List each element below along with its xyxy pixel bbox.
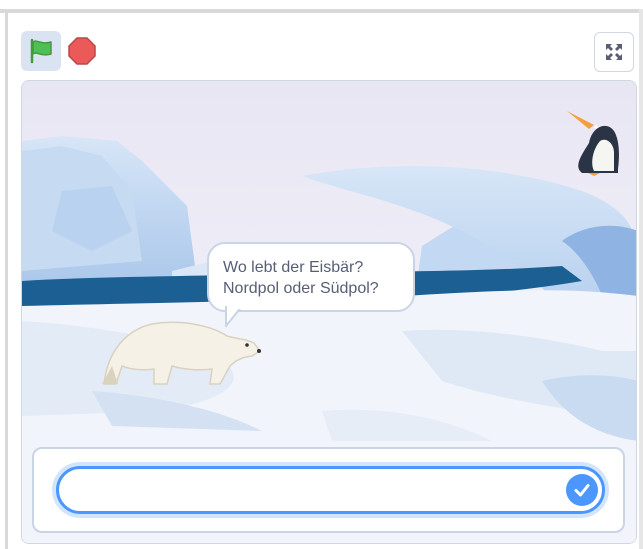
speech-bubble-tail	[225, 306, 243, 327]
speech-bubble: Wo lebt der Eisbär? Nordpol oder Südpol?	[207, 242, 415, 312]
fullscreen-expand-icon	[606, 44, 622, 60]
speech-line-1: Wo lebt der Eisbär?	[223, 259, 364, 276]
fullscreen-button[interactable]	[594, 32, 634, 72]
stage-frame-left	[5, 9, 8, 549]
ask-prompt-panel	[32, 447, 625, 533]
stage-toolbar	[8, 13, 639, 81]
stop-sign-icon	[68, 37, 96, 65]
answer-input[interactable]	[56, 466, 605, 514]
stage-frame-right	[639, 9, 643, 549]
checkmark-icon	[574, 484, 590, 497]
speech-line-2: Nordpol oder Südpol?	[223, 280, 379, 297]
answer-submit-button[interactable]	[566, 474, 598, 506]
stop-button[interactable]	[66, 35, 98, 67]
green-flag-icon	[30, 38, 52, 64]
green-flag-button[interactable]	[21, 31, 61, 71]
